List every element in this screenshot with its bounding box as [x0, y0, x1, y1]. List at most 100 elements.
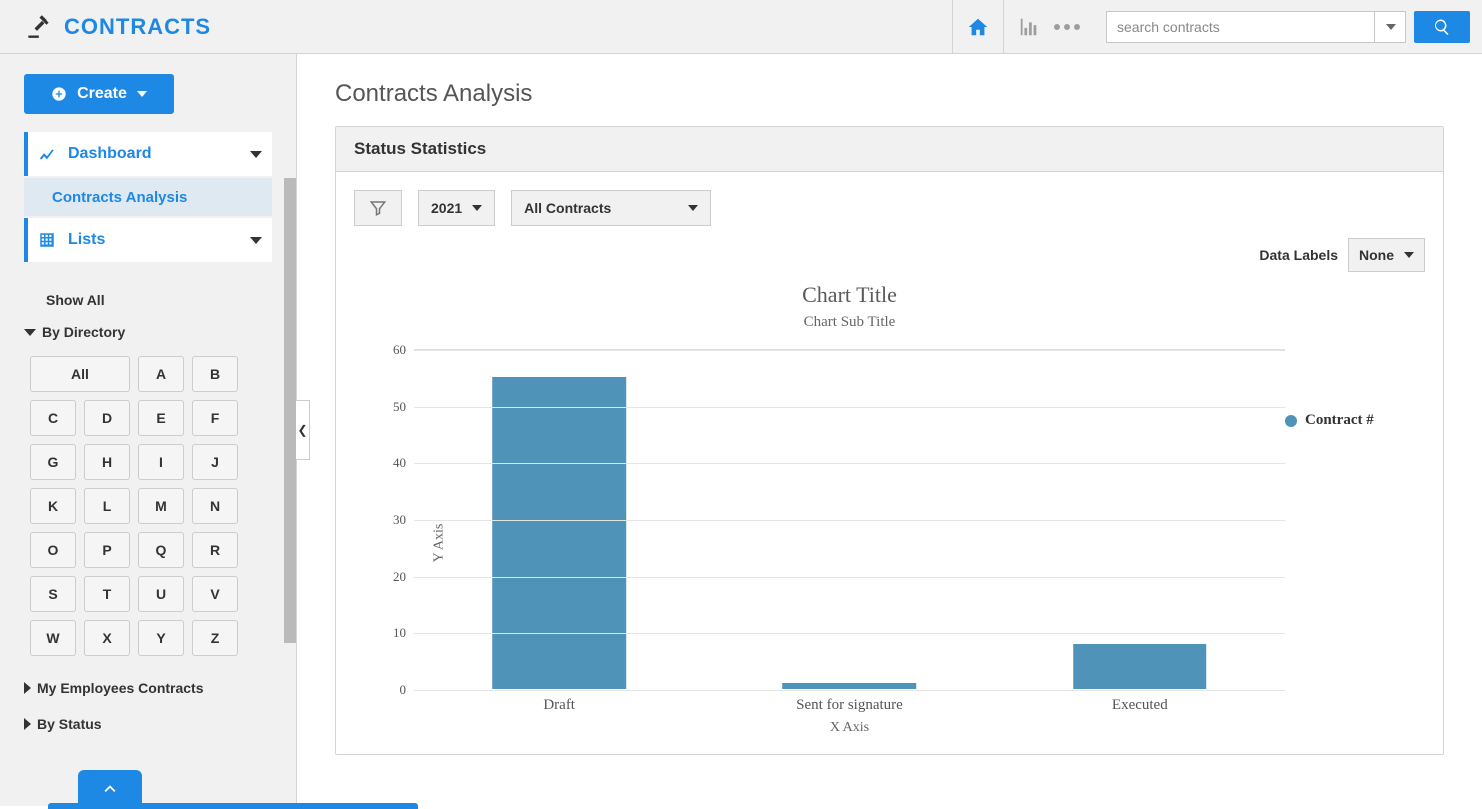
x-axis-label: X Axis: [414, 720, 1285, 736]
alpha-y[interactable]: Y: [138, 620, 184, 656]
alpha-grid: AllAB CDEF GHIJ KLMN OPQR STUV WXYZ: [24, 350, 272, 666]
alpha-n[interactable]: N: [192, 488, 238, 524]
alpha-all[interactable]: All: [30, 356, 130, 392]
create-label: Create: [77, 85, 127, 103]
panel-title: Status Statistics: [336, 127, 1443, 172]
scrollbar[interactable]: [284, 178, 296, 643]
alpha-f[interactable]: F: [192, 400, 238, 436]
plot-area: 0102030405060: [414, 349, 1285, 689]
alpha-d[interactable]: D: [84, 400, 130, 436]
bar-draft[interactable]: [492, 377, 626, 689]
alpha-s[interactable]: S: [30, 576, 76, 612]
sidebar: Create Dashboard Contracts Analysis List…: [0, 54, 297, 806]
gridline: [414, 350, 1285, 351]
nav-contracts-analysis[interactable]: Contracts Analysis: [24, 178, 272, 216]
alpha-v[interactable]: V: [192, 576, 238, 612]
legend-label: Contract #: [1305, 412, 1374, 429]
more-icon[interactable]: [1054, 24, 1080, 30]
sidebar-by-directory[interactable]: By Directory: [24, 314, 272, 350]
sidebar-show-all[interactable]: Show All: [24, 286, 272, 314]
gridline: [414, 407, 1285, 408]
y-tick: 30: [393, 512, 414, 528]
search-box: [1106, 11, 1406, 43]
analytics-button[interactable]: [1003, 0, 1094, 53]
alpha-z[interactable]: Z: [192, 620, 238, 656]
sidebar-collapse-handle[interactable]: ❮: [296, 400, 310, 460]
bar-sent-for-signature[interactable]: [783, 683, 917, 689]
alpha-j[interactable]: J: [192, 444, 238, 480]
x-tick: Draft: [414, 689, 704, 714]
alpha-w[interactable]: W: [30, 620, 76, 656]
alpha-g[interactable]: G: [30, 444, 76, 480]
search-button[interactable]: [1414, 11, 1470, 43]
year-select[interactable]: 2021: [418, 190, 495, 226]
line-chart-icon: [38, 145, 56, 163]
create-button[interactable]: Create: [24, 74, 174, 114]
sidebar-my-employees-contracts[interactable]: My Employees Contracts: [24, 666, 272, 706]
caret-down-icon: [1404, 252, 1414, 258]
bar-executed[interactable]: [1073, 644, 1207, 689]
search-dropdown[interactable]: [1374, 11, 1406, 43]
main-content: Contracts Analysis Status Statistics 202…: [297, 54, 1482, 806]
alpha-x[interactable]: X: [84, 620, 130, 656]
sidebar-by-status[interactable]: By Status: [24, 706, 272, 742]
search-icon: [1433, 18, 1451, 36]
y-tick: 0: [400, 682, 415, 698]
brand: CONTRACTS: [0, 0, 223, 53]
chevron-down-icon: [250, 151, 262, 158]
chevron-right-icon: [24, 682, 31, 694]
nav-dashboard-label: Dashboard: [68, 145, 152, 163]
alpha-i[interactable]: I: [138, 444, 184, 480]
alpha-m[interactable]: M: [138, 488, 184, 524]
alpha-p[interactable]: P: [84, 532, 130, 568]
nav-dashboard[interactable]: Dashboard: [24, 132, 272, 176]
status-statistics-panel: Status Statistics 2021 All Contracts: [335, 126, 1444, 755]
gridline: [414, 463, 1285, 464]
gridline: [414, 633, 1285, 634]
gavel-icon: [26, 11, 54, 42]
chart: Chart Title Chart Sub Title Y Axis 01020…: [354, 272, 1425, 736]
brand-title: CONTRACTS: [64, 14, 211, 40]
home-icon: [967, 16, 989, 38]
sidebar-nav: Dashboard Contracts Analysis Lists: [24, 132, 272, 262]
funnel-icon: [369, 199, 387, 217]
plus-circle-icon: [51, 86, 67, 102]
alpha-l[interactable]: L: [84, 488, 130, 524]
data-labels-select[interactable]: None: [1348, 238, 1425, 272]
y-tick: 10: [393, 625, 414, 641]
data-labels-label: Data Labels: [1259, 247, 1338, 263]
panel-controls: 2021 All Contracts: [354, 190, 1425, 226]
alpha-c[interactable]: C: [30, 400, 76, 436]
chevron-down-icon: [24, 329, 36, 336]
home-button[interactable]: [952, 0, 1003, 53]
y-tick: 20: [393, 569, 414, 585]
nav-lists[interactable]: Lists: [24, 218, 272, 262]
nav-lists-label: Lists: [68, 231, 105, 249]
alpha-o[interactable]: O: [30, 532, 76, 568]
scope-select[interactable]: All Contracts: [511, 190, 711, 226]
alpha-t[interactable]: T: [84, 576, 130, 612]
filter-button[interactable]: [354, 190, 402, 226]
alpha-b[interactable]: B: [192, 356, 238, 392]
caret-down-icon: [688, 205, 698, 211]
sidebar-bottom-tab[interactable]: [78, 770, 142, 806]
alpha-h[interactable]: H: [84, 444, 130, 480]
alpha-e[interactable]: E: [138, 400, 184, 436]
alpha-r[interactable]: R: [192, 532, 238, 568]
top-bar: CONTRACTS: [0, 0, 1482, 54]
search-input[interactable]: [1106, 11, 1406, 43]
chart-title: Chart Title: [414, 282, 1285, 308]
chart-legend: Contract #: [1285, 272, 1425, 736]
x-tick: Executed: [995, 689, 1285, 714]
search-area: [1094, 0, 1482, 53]
alpha-a[interactable]: A: [138, 356, 184, 392]
alpha-u[interactable]: U: [138, 576, 184, 612]
x-tick: Sent for signature: [704, 689, 994, 714]
bar-chart-icon: [1018, 16, 1040, 38]
caret-down-icon: [472, 205, 482, 211]
legend-swatch: [1285, 415, 1297, 427]
alpha-k[interactable]: K: [30, 488, 76, 524]
chevron-up-icon: [99, 777, 121, 799]
y-tick: 50: [393, 399, 414, 415]
alpha-q[interactable]: Q: [138, 532, 184, 568]
